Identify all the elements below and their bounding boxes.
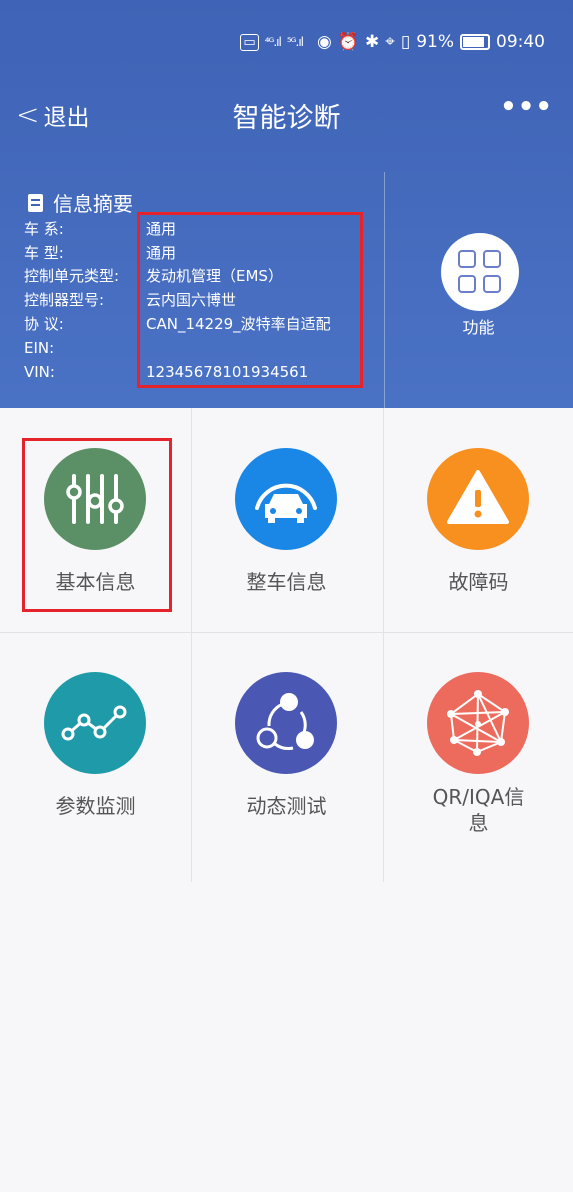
tile-label: QR/IQA信息: [432, 785, 525, 835]
car-icon: [235, 448, 337, 550]
info-label: 协 议:: [24, 315, 64, 333]
info-label: 控制单元类型:: [24, 267, 120, 285]
basic-info-highlight-box: [22, 438, 172, 612]
tile-label: 整车信息: [246, 570, 327, 594]
title-bar: < 退出 智能诊断 •••: [0, 68, 573, 163]
signal-4g-icon: ⁴ᴳ.ıl: [264, 35, 282, 49]
tile-vehicle-info[interactable]: 整车信息: [191, 408, 382, 632]
battery-icon: [460, 34, 490, 50]
nfc-icon: ▭: [240, 33, 259, 51]
function-label: 功能: [462, 318, 495, 337]
grid-icon: [458, 250, 476, 268]
vibrate-icon: ▯: [400, 32, 411, 52]
warning-icon: [427, 448, 529, 550]
clock: 09:40: [496, 32, 545, 52]
grid-icon-part: [458, 275, 476, 293]
line-chart-icon: [44, 672, 146, 774]
network-icon: [427, 672, 529, 774]
info-highlight-box: [137, 212, 363, 388]
info-label: EIN:: [24, 339, 55, 357]
info-label: 车 型:: [24, 244, 64, 262]
tile-label: 故障码: [448, 570, 509, 594]
status-bar: ▭ ⁴ᴳ.ıl ⁵ᴳ.ıl ◉ ⏰ ✱ ⌖ ▯ 91% 09:40: [0, 0, 573, 68]
grid-icon-part: [483, 275, 501, 293]
battery-percent: 91%: [416, 32, 454, 52]
alarm-icon: ⏰: [337, 32, 360, 52]
tile-label: 参数监测: [55, 794, 136, 818]
grid-icon-part: [483, 250, 501, 268]
tile-parameter-monitor[interactable]: 参数监测: [0, 632, 191, 856]
document-icon: [28, 193, 43, 212]
info-label: 车 系:: [24, 220, 64, 238]
signal-5g-icon: ⁵ᴳ.ıl: [286, 35, 304, 49]
info-label: 控制器型号:: [24, 291, 105, 309]
function-button[interactable]: [441, 233, 519, 311]
tile-label: 动态测试: [246, 794, 327, 818]
info-summary-label: 信息摘要: [53, 192, 133, 216]
bluetooth-icon: ✱: [365, 32, 380, 52]
info-label: VIN:: [24, 363, 55, 381]
page-title: 智能诊断: [232, 103, 341, 134]
eye-icon: ◉: [317, 32, 332, 52]
location-icon: ⌖: [385, 32, 395, 52]
tile-dynamic-test[interactable]: 动态测试: [191, 632, 382, 856]
tile-fault-codes[interactable]: 故障码: [383, 408, 573, 632]
info-summary-title: 信息摘要: [28, 188, 133, 217]
share-nodes-icon: [235, 672, 337, 774]
more-menu-button[interactable]: •••: [500, 92, 553, 122]
tile-qr-iqa-info[interactable]: QR/IQA信息: [383, 632, 573, 856]
panel-divider: [384, 172, 385, 408]
